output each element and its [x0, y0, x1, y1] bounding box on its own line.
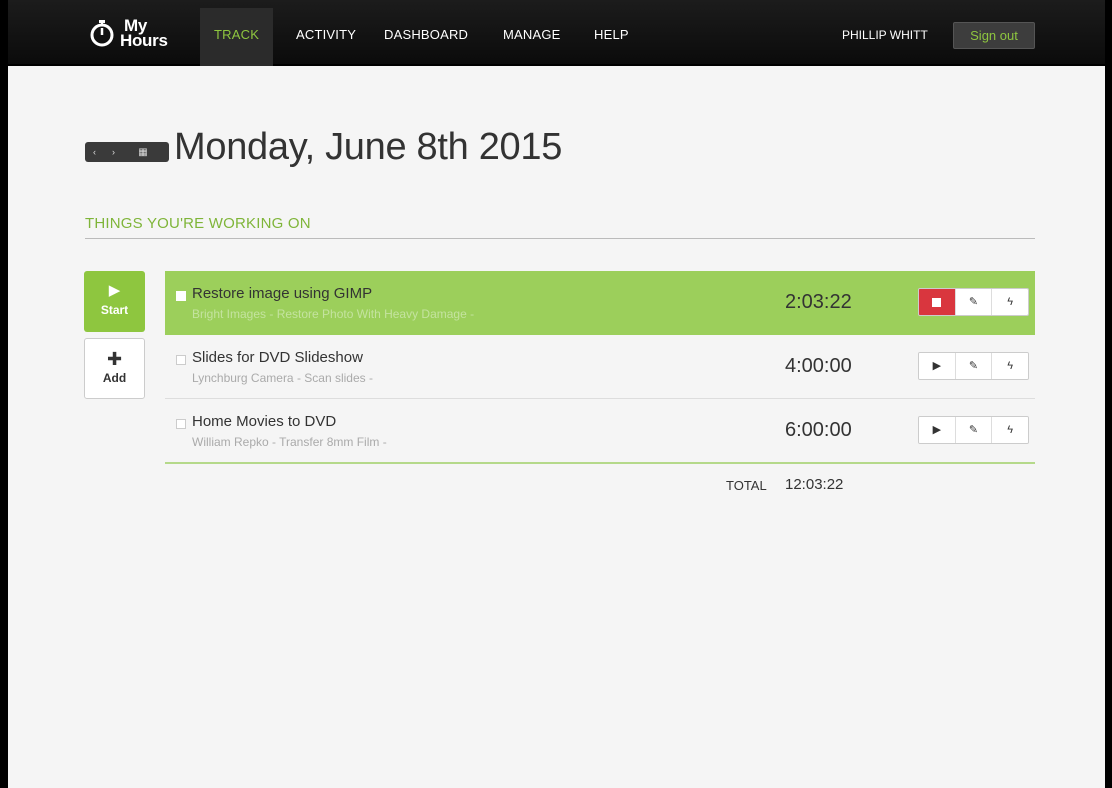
task-time: 2:03:22: [785, 291, 852, 313]
play-button[interactable]: ▶: [919, 353, 956, 379]
task-subtitle: Bright Images - Restore Photo With Heavy…: [192, 307, 475, 321]
edit-button[interactable]: ✎: [955, 289, 993, 315]
section-divider: [85, 238, 1035, 239]
section-title: THINGS YOU'RE WORKING ON: [85, 215, 311, 232]
total-value: 12:03:22: [785, 476, 844, 493]
calendar-icon[interactable]: ▦: [123, 147, 163, 158]
task-row-running[interactable]: Restore image using GIMP Bright Images -…: [165, 271, 1035, 335]
quick-action-button[interactable]: ϟ: [992, 353, 1028, 379]
previous-day-icon[interactable]: ‹: [85, 147, 104, 157]
plus-icon: ✚: [106, 349, 123, 369]
sign-out-button[interactable]: Sign out: [953, 22, 1035, 49]
task-actions: ▶ ✎ ϟ: [918, 416, 1029, 444]
nav-activity[interactable]: ACTIVITY: [282, 8, 370, 66]
nav-dashboard[interactable]: DASHBOARD: [370, 8, 482, 66]
play-icon: ▶: [932, 424, 942, 436]
task-time: 4:00:00: [785, 355, 852, 377]
add-button[interactable]: ✚ Add: [84, 338, 145, 399]
task-title: Home Movies to DVD: [192, 413, 337, 430]
nav-manage[interactable]: MANAGE: [489, 8, 575, 66]
stopwatch-icon: [90, 20, 114, 47]
logo-text-bottom: Hours: [120, 31, 168, 50]
edit-icon: ✎: [968, 296, 979, 308]
add-button-label: Add: [102, 371, 127, 385]
task-actions: ▶ ✎ ϟ: [918, 352, 1029, 380]
quick-action-button[interactable]: ϟ: [992, 417, 1028, 443]
app-logo-text: My Hours: [120, 17, 168, 50]
edit-button[interactable]: ✎: [955, 353, 993, 379]
task-row[interactable]: Home Movies to DVD William Repko - Trans…: [165, 399, 1035, 463]
stop-button[interactable]: [919, 289, 956, 315]
edit-icon: ✎: [968, 360, 979, 372]
task-actions: ✎ ϟ: [918, 288, 1029, 316]
play-icon: ▶: [108, 282, 121, 299]
lightning-icon: ϟ: [1007, 296, 1014, 308]
quick-action-button[interactable]: ϟ: [992, 289, 1028, 315]
task-checkbox[interactable]: [176, 291, 186, 301]
edit-icon: ✎: [968, 424, 979, 436]
lightning-icon: ϟ: [1007, 360, 1014, 372]
task-title: Slides for DVD Slideshow: [192, 349, 363, 366]
task-checkbox[interactable]: [176, 355, 186, 365]
play-icon: ▶: [932, 360, 942, 372]
start-button[interactable]: ▶ Start: [84, 271, 145, 332]
nav-help[interactable]: HELP: [580, 8, 643, 66]
task-row[interactable]: Slides for DVD Slideshow Lynchburg Camer…: [165, 335, 1035, 399]
task-subtitle: William Repko - Transfer 8mm Film -: [192, 435, 387, 449]
user-name[interactable]: PHILLIP WHITT: [842, 8, 928, 62]
stop-icon: [932, 297, 942, 307]
nav-track[interactable]: TRACK: [200, 8, 274, 66]
app-logo[interactable]: My Hours: [88, 12, 168, 54]
date-navigation: ‹ › ▦: [85, 142, 169, 162]
task-subtitle: Lynchburg Camera - Scan slides -: [192, 371, 373, 385]
start-button-label: Start: [100, 303, 129, 317]
task-title: Restore image using GIMP: [192, 285, 373, 302]
play-button[interactable]: ▶: [919, 417, 956, 443]
page-date-title: Monday, June 8th 2015: [174, 126, 563, 168]
task-checkbox[interactable]: [176, 419, 186, 429]
task-list-divider: [165, 462, 1035, 464]
next-day-icon[interactable]: ›: [104, 147, 123, 157]
total-label: TOTAL: [726, 478, 767, 493]
task-time: 6:00:00: [785, 419, 852, 441]
edit-button[interactable]: ✎: [955, 417, 993, 443]
lightning-icon: ϟ: [1007, 424, 1014, 436]
